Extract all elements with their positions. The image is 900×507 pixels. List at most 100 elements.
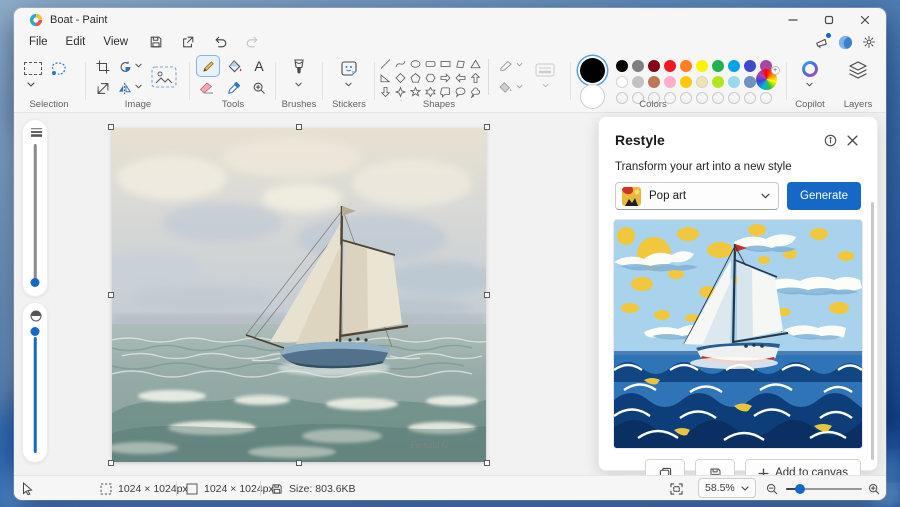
selection-handle-bottom-center[interactable] <box>296 460 302 466</box>
color-swatch[interactable] <box>648 60 660 72</box>
flip-icon[interactable] <box>116 80 134 96</box>
pencil-tool-icon[interactable] <box>196 55 220 77</box>
opacity-slider-track[interactable] <box>34 337 37 453</box>
selection-handle-middle-right[interactable] <box>484 292 490 298</box>
eyedropper-tool-icon[interactable] <box>225 79 243 96</box>
shape-fill-chevron-icon[interactable] <box>516 84 523 89</box>
style-dropdown[interactable]: Pop art <box>615 182 779 210</box>
shape-polygon-icon[interactable] <box>453 57 468 71</box>
shape-oval-speech-bubble-icon[interactable] <box>453 85 468 99</box>
selection-dropdown-chevron-icon[interactable] <box>26 81 36 87</box>
brush-icon[interactable] <box>289 58 309 78</box>
shape-line-icon[interactable] <box>378 57 393 71</box>
undo-icon[interactable] <box>207 33 233 51</box>
rotate-dropdown-chevron-icon[interactable] <box>135 63 142 68</box>
color-swatch[interactable] <box>664 76 676 88</box>
image-options-icon[interactable] <box>150 65 178 89</box>
resize-icon[interactable] <box>94 80 112 96</box>
shape-diamond-icon[interactable] <box>393 71 408 85</box>
selection-handle-top-left[interactable] <box>108 124 114 130</box>
shape-oval-icon[interactable] <box>408 57 423 71</box>
shape-five-point-star-icon[interactable] <box>408 85 423 99</box>
magnifier-tool-icon[interactable] <box>250 79 268 96</box>
color-swatch[interactable] <box>616 76 628 88</box>
color-swatch[interactable] <box>696 76 708 88</box>
size-slider-thumb[interactable] <box>31 278 40 287</box>
fill-tool-icon[interactable] <box>225 57 245 75</box>
shape-arrow-right-icon[interactable] <box>438 71 453 85</box>
selection-handle-bottom-left[interactable] <box>108 460 114 466</box>
layers-icon[interactable] <box>847 59 869 81</box>
eraser-tool-icon[interactable] <box>196 80 218 96</box>
minimize-button[interactable] <box>780 10 806 30</box>
opacity-slider-thumb[interactable] <box>31 327 40 336</box>
close-button[interactable] <box>852 10 878 30</box>
stickers-dropdown-chevron-icon[interactable] <box>345 82 352 87</box>
redo-icon[interactable] <box>239 33 265 51</box>
copilot-icon[interactable] <box>800 59 820 79</box>
edit-colors-icon[interactable]: + <box>754 67 778 91</box>
color-swatch[interactable] <box>632 60 644 72</box>
color-swatch[interactable] <box>616 60 628 72</box>
settings-gear-icon[interactable] <box>862 35 876 49</box>
shape-pentagon-icon[interactable] <box>408 71 423 85</box>
shape-arrow-down-icon[interactable] <box>378 85 393 99</box>
line-size-chevron-icon[interactable] <box>542 83 549 88</box>
shape-fill-icon[interactable] <box>498 80 514 94</box>
foreground-color-swatch[interactable] <box>580 58 605 83</box>
empty-color-slot[interactable] <box>760 92 772 104</box>
restyle-close-icon[interactable] <box>841 129 863 151</box>
color-swatch[interactable] <box>728 60 740 72</box>
maximize-button[interactable] <box>816 10 842 30</box>
panel-scrollbar[interactable] <box>871 202 874 460</box>
selection-handle-top-center[interactable] <box>296 124 302 130</box>
brushes-dropdown-chevron-icon[interactable] <box>295 82 302 87</box>
shape-four-point-star-icon[interactable] <box>393 85 408 99</box>
shape-right-triangle-icon[interactable] <box>378 71 393 85</box>
shape-rectangle-icon[interactable] <box>438 57 453 71</box>
sticker-icon[interactable] <box>339 59 359 78</box>
fit-to-screen-button[interactable] <box>670 476 683 500</box>
zoom-in-button[interactable] <box>868 476 880 500</box>
zoom-level-dropdown[interactable]: 58.5% <box>698 478 756 498</box>
opacity-slider[interactable] <box>22 302 48 463</box>
text-tool-icon[interactable]: A <box>250 57 268 75</box>
feedback-icon[interactable] <box>814 35 829 49</box>
color-swatch[interactable] <box>632 76 644 88</box>
menu-file[interactable]: File <box>20 34 57 50</box>
account-avatar[interactable] <box>838 35 853 50</box>
info-icon[interactable] <box>819 129 841 151</box>
flip-dropdown-chevron-icon[interactable] <box>135 84 142 89</box>
share-icon[interactable] <box>175 33 201 51</box>
color-swatch[interactable] <box>712 76 724 88</box>
line-size-icon[interactable] <box>534 61 556 79</box>
shape-cloud-speech-bubble-icon[interactable] <box>468 85 483 99</box>
zoom-slider-thumb[interactable] <box>795 484 805 494</box>
shape-rounded-speech-bubble-icon[interactable] <box>438 85 453 99</box>
shape-hexagon-icon[interactable] <box>423 71 438 85</box>
selection-handle-middle-left[interactable] <box>108 292 114 298</box>
color-swatch[interactable] <box>696 60 708 72</box>
shape-arrow-up-icon[interactable] <box>468 71 483 85</box>
color-swatch[interactable] <box>728 76 740 88</box>
brush-size-slider[interactable] <box>22 119 48 297</box>
shape-triangle-icon[interactable] <box>468 57 483 71</box>
shape-outline-icon[interactable] <box>498 58 514 72</box>
color-swatch[interactable] <box>680 60 692 72</box>
size-slider-track[interactable] <box>34 144 37 280</box>
color-swatch[interactable] <box>648 76 660 88</box>
shape-rounded-rectangle-icon[interactable] <box>423 57 438 71</box>
color-swatch[interactable] <box>680 76 692 88</box>
save-icon[interactable] <box>143 33 169 51</box>
crop-icon[interactable] <box>94 59 112 75</box>
color-swatch[interactable] <box>664 60 676 72</box>
rotate-icon[interactable] <box>116 59 134 75</box>
shape-arrow-left-icon[interactable] <box>453 71 468 85</box>
rectangle-select-icon[interactable] <box>22 59 44 77</box>
selection-handle-bottom-right[interactable] <box>484 460 490 466</box>
selection-handle-top-right[interactable] <box>484 124 490 130</box>
color-swatch[interactable] <box>712 60 724 72</box>
shape-six-point-star-icon[interactable] <box>423 85 438 99</box>
canvas[interactable]: Fernald G <box>112 128 486 462</box>
shape-outline-chevron-icon[interactable] <box>516 62 523 67</box>
